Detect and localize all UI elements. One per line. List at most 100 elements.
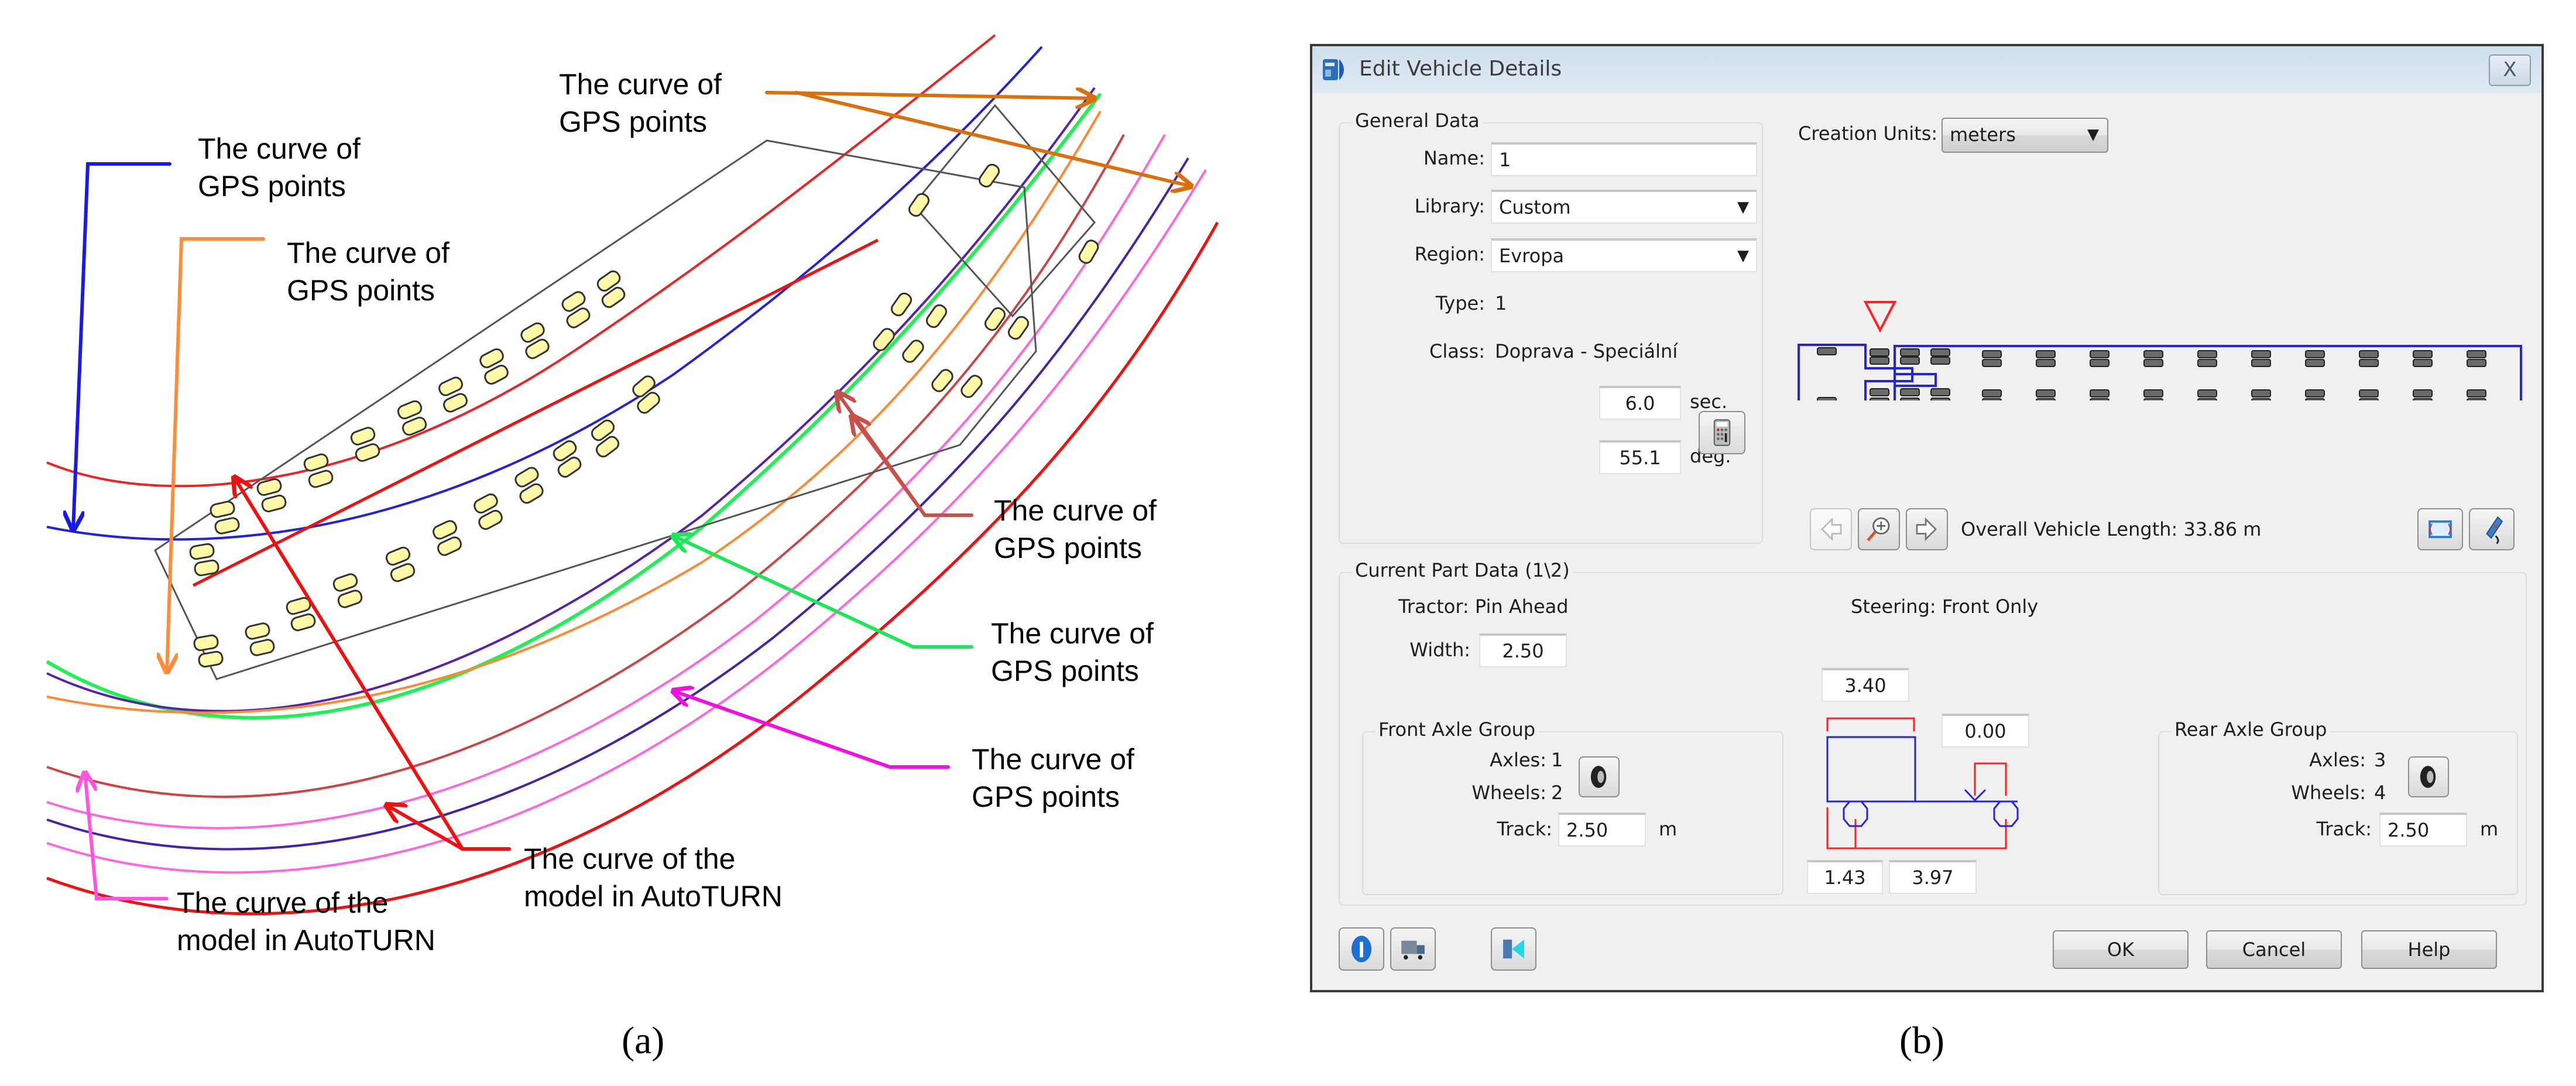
wheelbase-input[interactable]: 3.97 bbox=[1889, 860, 1977, 894]
wheel-marker bbox=[198, 650, 224, 668]
name-input[interactable]: 1 bbox=[1491, 142, 1757, 176]
wheel-marker bbox=[249, 639, 275, 656]
overall-length-caption: Overall Vehicle Length: bbox=[1961, 518, 2178, 540]
calculator-icon bbox=[1713, 419, 1731, 446]
previous-part-button[interactable] bbox=[1810, 508, 1852, 550]
library-select[interactable]: Custom ▼ bbox=[1491, 190, 1757, 224]
edit-vehicle-dialog: Edit Vehicle Details X General Data Name… bbox=[1310, 44, 2544, 992]
length-input[interactable]: 3.40 bbox=[1822, 668, 1909, 702]
plan-wheel bbox=[2467, 389, 2486, 398]
plan-wheel bbox=[2143, 389, 2163, 398]
library-value: Custom bbox=[1499, 196, 1571, 218]
type-value: 1 bbox=[1495, 292, 1507, 314]
steering-info: Steering: Front Only bbox=[1851, 595, 2038, 618]
front-wheel-config-button[interactable] bbox=[1579, 756, 1620, 797]
plan-wheel bbox=[2143, 359, 2163, 367]
help-button[interactable]: Help bbox=[2361, 930, 2497, 969]
class-label: Class: bbox=[1429, 340, 1485, 362]
plan-wheel bbox=[2467, 398, 2486, 400]
side-view-diagram bbox=[1826, 717, 2019, 849]
plan-wheel bbox=[2197, 389, 2217, 398]
library-label: Library: bbox=[1414, 195, 1485, 217]
plan-wheel bbox=[2467, 359, 2486, 367]
tire-icon bbox=[1590, 766, 1607, 788]
info-icon bbox=[1351, 936, 1372, 962]
steering-angle-input[interactable]: 55.1 bbox=[1599, 440, 1681, 474]
plan-wheel bbox=[2197, 398, 2217, 400]
rear-wheel-config-button[interactable] bbox=[2408, 756, 2449, 797]
plan-wheel bbox=[1982, 350, 2002, 358]
rotate-view-button[interactable] bbox=[2469, 508, 2515, 550]
wheel-marker bbox=[245, 622, 270, 640]
leader-magenta bbox=[673, 691, 950, 769]
plan-wheel bbox=[2359, 398, 2379, 400]
width-input[interactable]: 2.50 bbox=[1479, 633, 1567, 667]
region-value: Evropa bbox=[1499, 245, 1565, 267]
plan-wheel bbox=[2036, 398, 2056, 400]
rear-track-label: Track: bbox=[2316, 818, 2372, 840]
plan-wheel bbox=[1982, 389, 2002, 398]
caption-b-text: (b) bbox=[1899, 1019, 1944, 1062]
wheel-marker bbox=[908, 193, 930, 217]
vehicle-view-button[interactable] bbox=[1491, 927, 1536, 971]
front-overhang-input[interactable]: 1.43 bbox=[1807, 860, 1883, 894]
region-select[interactable]: Evropa ▼ bbox=[1491, 238, 1757, 272]
plan-wheel bbox=[2090, 389, 2109, 398]
cancel-button[interactable]: Cancel bbox=[2206, 930, 2342, 969]
plan-wheel bbox=[1817, 397, 1837, 400]
plan-wheel bbox=[2036, 359, 2056, 367]
plan-wheel bbox=[2305, 350, 2325, 358]
ok-button[interactable]: OK bbox=[2053, 930, 2189, 969]
tractor-value: Pin Ahead bbox=[1474, 595, 1569, 618]
tractor-info: Tractor: Pin Ahead bbox=[1398, 595, 1569, 618]
cab-outline bbox=[1826, 736, 1916, 803]
wheel-marker bbox=[210, 501, 235, 518]
info-button[interactable] bbox=[1339, 927, 1384, 971]
plan-wheel bbox=[2251, 359, 2271, 367]
wheel-marker bbox=[961, 375, 983, 398]
rear-track-input[interactable]: 2.50 bbox=[2379, 813, 2467, 847]
wheel-marker bbox=[1007, 316, 1030, 340]
plan-wheel bbox=[2305, 398, 2325, 400]
plan-wheel bbox=[2413, 359, 2433, 367]
tractor-label: Tractor: bbox=[1398, 595, 1469, 618]
plan-wheel bbox=[2413, 389, 2433, 398]
annotation-blue: The curve of GPS points bbox=[198, 132, 361, 203]
plan-wheel bbox=[2251, 389, 2271, 398]
name-label: Name: bbox=[1423, 147, 1485, 169]
annotation-darkred: The curve of GPS points bbox=[994, 494, 1157, 564]
plan-wheel bbox=[2359, 350, 2379, 358]
next-part-button[interactable] bbox=[1906, 508, 1948, 550]
wheel-marker bbox=[332, 573, 358, 592]
wheel-marker bbox=[978, 163, 1000, 188]
front-axles-label: Axles: bbox=[1490, 749, 1546, 771]
caption-a-text: (a) bbox=[622, 1019, 665, 1062]
plan-wheel bbox=[2359, 359, 2379, 367]
lock-time-input[interactable]: 6.0 bbox=[1599, 386, 1681, 420]
current-part-legend: Current Part Data (1\2) bbox=[1352, 559, 1573, 581]
plan-wheel bbox=[2197, 359, 2217, 367]
vehicle-library-button[interactable] bbox=[1390, 927, 1436, 971]
close-button[interactable]: X bbox=[2489, 54, 2531, 86]
plan-wheel bbox=[1870, 357, 1889, 365]
plan-wheel bbox=[2036, 389, 2056, 398]
chevron-down-icon: ▼ bbox=[2087, 126, 2099, 143]
truck-icon bbox=[1401, 940, 1425, 960]
creation-units-select[interactable]: meters ▼ bbox=[1942, 118, 2108, 153]
fit-view-button[interactable] bbox=[2417, 508, 2463, 550]
front-track-input[interactable]: 2.50 bbox=[1558, 813, 1646, 847]
chevron-down-icon: ▼ bbox=[1737, 198, 1749, 216]
wheel-marker bbox=[308, 470, 334, 488]
plan-wheel bbox=[2305, 389, 2325, 398]
plan-wheel bbox=[1817, 347, 1837, 355]
zoom-button[interactable] bbox=[1858, 508, 1900, 550]
lock-time-unit: sec. bbox=[1690, 390, 1728, 413]
offset-dimension bbox=[1974, 762, 2007, 796]
plan-wheel bbox=[2305, 359, 2325, 367]
wheel-marker bbox=[303, 453, 329, 472]
chevron-down-icon: ▼ bbox=[1737, 247, 1749, 265]
magnifier-icon bbox=[1867, 517, 1890, 542]
calculator-button[interactable] bbox=[1699, 411, 1745, 454]
general-data-group: General Data bbox=[1339, 109, 1763, 544]
wheel-marker bbox=[189, 543, 215, 560]
